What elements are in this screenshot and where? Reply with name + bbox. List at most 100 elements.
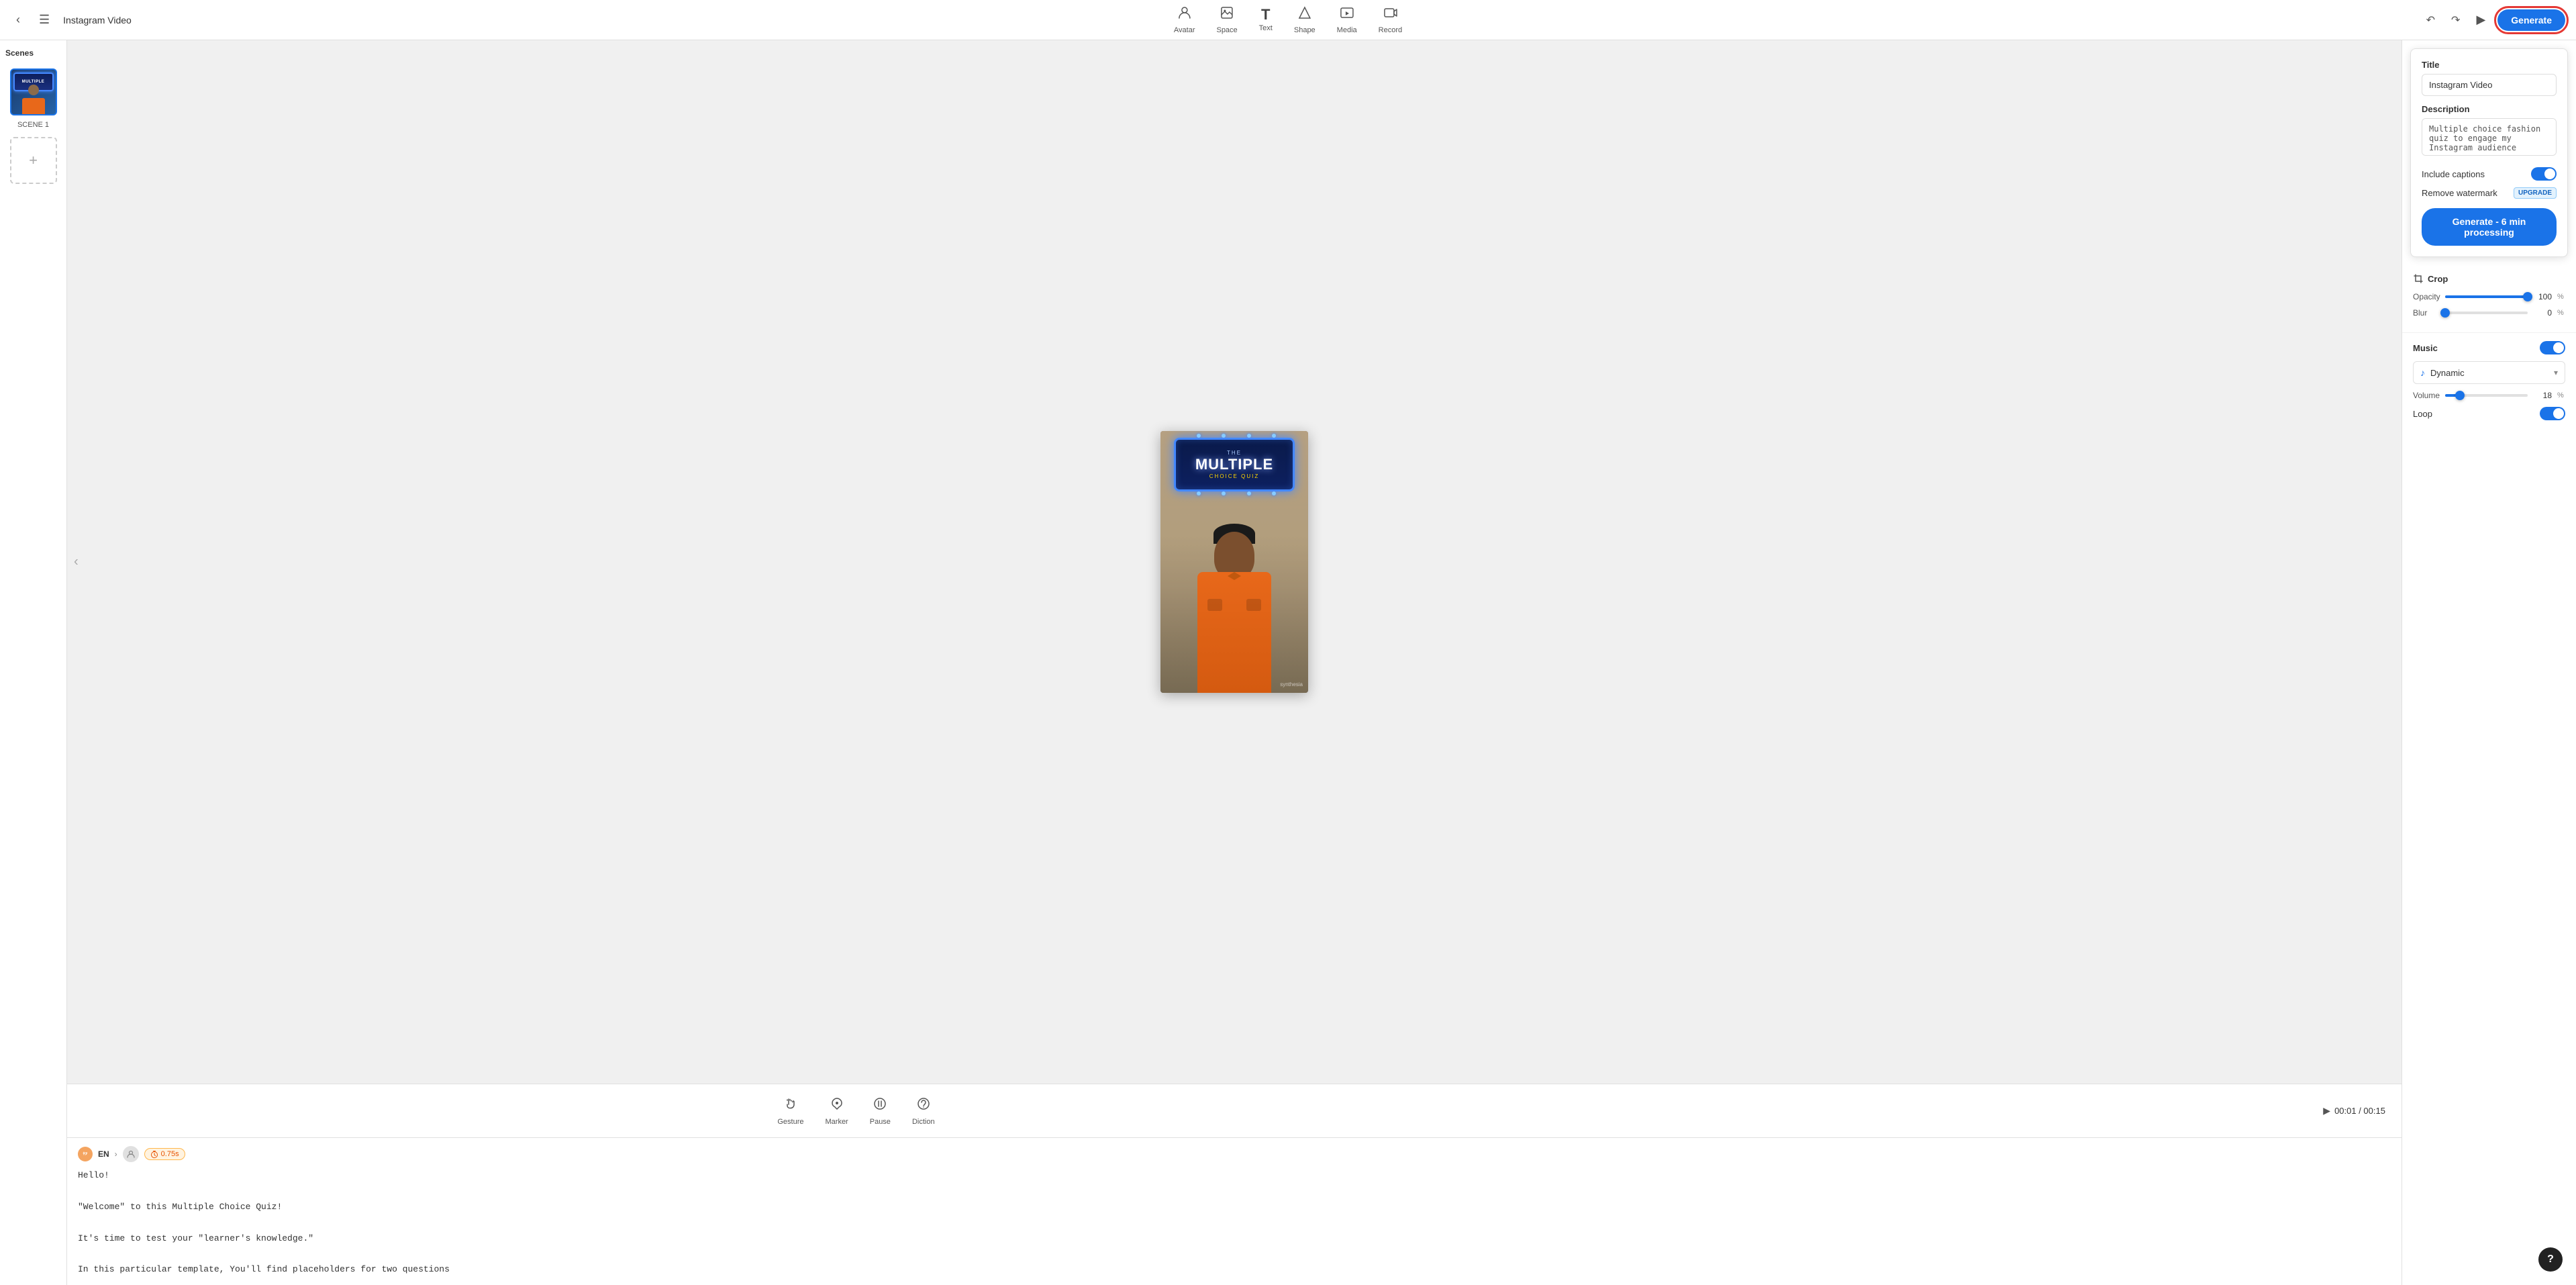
- generate-popup: Title Description Multiple choice fashio…: [2410, 48, 2568, 257]
- loop-label: Loop: [2413, 409, 2432, 419]
- generate-action-button[interactable]: Generate - 6 min processing: [2422, 208, 2557, 246]
- media-label: Media: [1337, 26, 1357, 34]
- diction-tool[interactable]: Diction: [912, 1096, 935, 1126]
- time-display: ▶ 00:01 / 00:15: [2323, 1105, 2385, 1116]
- help-button[interactable]: ?: [2538, 1247, 2563, 1272]
- preview-play-button[interactable]: ▶: [2472, 10, 2489, 30]
- shape-label: Shape: [1294, 26, 1316, 34]
- loop-toggle[interactable]: [2540, 407, 2565, 420]
- toolbar-item-shape[interactable]: Shape: [1294, 5, 1316, 34]
- opacity-label: Opacity: [2413, 292, 2440, 301]
- generate-button[interactable]: Generate: [2497, 9, 2565, 31]
- pause-tool[interactable]: Pause: [870, 1096, 891, 1126]
- opacity-row: Opacity 100 %: [2413, 292, 2565, 301]
- toolbar-item-media[interactable]: Media: [1337, 5, 1357, 34]
- music-section: Music ♪ Dynamic ▾ Volume 18 % Loop: [2402, 333, 2576, 428]
- script-text[interactable]: Hello! "Welcome" to this Multiple Choice…: [78, 1168, 2391, 1285]
- avatar-label: Avatar: [1174, 26, 1195, 34]
- blur-track: [2445, 312, 2528, 314]
- include-captions-row: Include captions: [2422, 167, 2557, 181]
- scenes-panel: Scenes MULTIPLE SCENE 1 +: [0, 40, 67, 1285]
- text-icon: T: [1261, 7, 1270, 22]
- upgrade-badge[interactable]: UPGRADE: [2514, 187, 2557, 199]
- include-captions-toggle[interactable]: [2531, 167, 2557, 181]
- gesture-icon: [783, 1096, 798, 1115]
- shape-icon: [1297, 5, 1312, 24]
- music-toggle[interactable]: [2540, 341, 2565, 354]
- volume-unit: %: [2557, 391, 2565, 399]
- scene-1-label: SCENE 1: [17, 121, 49, 129]
- toolbar-item-record[interactable]: Record: [1379, 5, 1402, 34]
- music-track-label: Dynamic: [2430, 368, 2554, 378]
- main-layout: Scenes MULTIPLE SCENE 1 + ‹: [0, 40, 2576, 1285]
- popup-desc-textarea[interactable]: Multiple choice fashion quiz to engage m…: [2422, 118, 2557, 156]
- diction-icon: [916, 1096, 931, 1115]
- script-area: EN › 0.75s Hell: [67, 1137, 2401, 1285]
- project-title: Instagram Video: [63, 15, 132, 26]
- loop-row: Loop: [2413, 407, 2565, 420]
- remove-watermark-row: Remove watermark UPGRADE: [2422, 187, 2557, 199]
- marker-tool[interactable]: Marker: [826, 1096, 848, 1126]
- undo-button[interactable]: ↶: [2422, 11, 2439, 30]
- toolbar-item-space[interactable]: Space: [1216, 5, 1237, 34]
- blur-label: Blur: [2413, 308, 2440, 318]
- bottom-controls-bar: Gesture Marker: [67, 1084, 2401, 1137]
- space-icon: [1220, 5, 1234, 24]
- opacity-thumb[interactable]: [2523, 292, 2532, 301]
- script-controls: EN › 0.75s: [78, 1146, 2391, 1162]
- script-lang-code: EN: [98, 1149, 109, 1159]
- redo-button[interactable]: ↷: [2447, 11, 2464, 30]
- script-lang-arrow[interactable]: ›: [115, 1149, 117, 1159]
- blur-row: Blur 0 %: [2413, 308, 2565, 318]
- canvas-viewport: ‹: [67, 40, 2401, 1084]
- opacity-track: [2445, 295, 2528, 298]
- record-icon: [1383, 5, 1397, 24]
- crop-icon: [2413, 273, 2424, 284]
- opacity-fill: [2445, 295, 2528, 298]
- pause-label: Pause: [870, 1118, 891, 1126]
- right-panel: Title Description Multiple choice fashio…: [2401, 40, 2576, 1285]
- toolbar-item-avatar[interactable]: Avatar: [1174, 5, 1195, 34]
- music-title: Music: [2413, 343, 2438, 353]
- blur-unit: %: [2557, 309, 2565, 317]
- diction-label: Diction: [912, 1118, 935, 1126]
- canvas-left-arrow[interactable]: ‹: [74, 555, 79, 570]
- add-scene-button[interactable]: +: [10, 137, 57, 184]
- top-bar: ‹ ☰ Instagram Video Avatar Sp: [0, 0, 2576, 40]
- script-timer-value: 0.75s: [161, 1150, 179, 1158]
- music-header: Music: [2413, 341, 2565, 354]
- music-chevron-icon: ▾: [2554, 368, 2558, 377]
- opacity-unit: %: [2557, 293, 2565, 301]
- music-note-icon: ♪: [2420, 367, 2425, 378]
- avatar-icon: [1177, 5, 1192, 24]
- blur-value: 0: [2533, 308, 2552, 318]
- volume-row: Volume 18 %: [2413, 391, 2565, 400]
- script-avatar-icon: [123, 1146, 139, 1162]
- crop-section: Crop Opacity 100 % Blur 0 %: [2402, 265, 2576, 333]
- menu-button[interactable]: ☰: [34, 10, 55, 30]
- toolbar-center: Avatar Space T Text Sha: [1174, 5, 1402, 34]
- toolbar-item-text[interactable]: T Text: [1259, 7, 1273, 32]
- popup-title-input[interactable]: [2422, 74, 2557, 96]
- include-captions-label: Include captions: [2422, 169, 2485, 179]
- scene-1-thumbnail[interactable]: MULTIPLE: [10, 68, 57, 115]
- volume-value: 18: [2533, 391, 2552, 400]
- remove-watermark-label: Remove watermark: [2422, 188, 2497, 198]
- scenes-label: Scenes: [5, 48, 34, 58]
- opacity-value: 100: [2533, 292, 2552, 301]
- avatar-figure: [1187, 518, 1281, 693]
- gesture-label: Gesture: [777, 1118, 803, 1126]
- record-label: Record: [1379, 26, 1402, 34]
- blur-thumb[interactable]: [2440, 308, 2450, 318]
- video-canvas: THE MULTIPLE CHOICE QUIZ: [1160, 431, 1308, 693]
- script-lang-badge: [78, 1147, 93, 1161]
- gesture-tool[interactable]: Gesture: [777, 1096, 803, 1126]
- crop-title: Crop: [2413, 273, 2565, 284]
- top-bar-left: ‹ ☰ Instagram Video: [11, 10, 145, 30]
- marker-icon: [830, 1096, 844, 1115]
- back-button[interactable]: ‹: [11, 10, 26, 30]
- neon-sign: THE MULTIPLE CHOICE QUIZ: [1174, 438, 1295, 491]
- music-select-row[interactable]: ♪ Dynamic ▾: [2413, 361, 2565, 384]
- top-bar-right: ↶ ↷ ▶ Generate: [2422, 9, 2565, 31]
- volume-thumb[interactable]: [2455, 391, 2465, 400]
